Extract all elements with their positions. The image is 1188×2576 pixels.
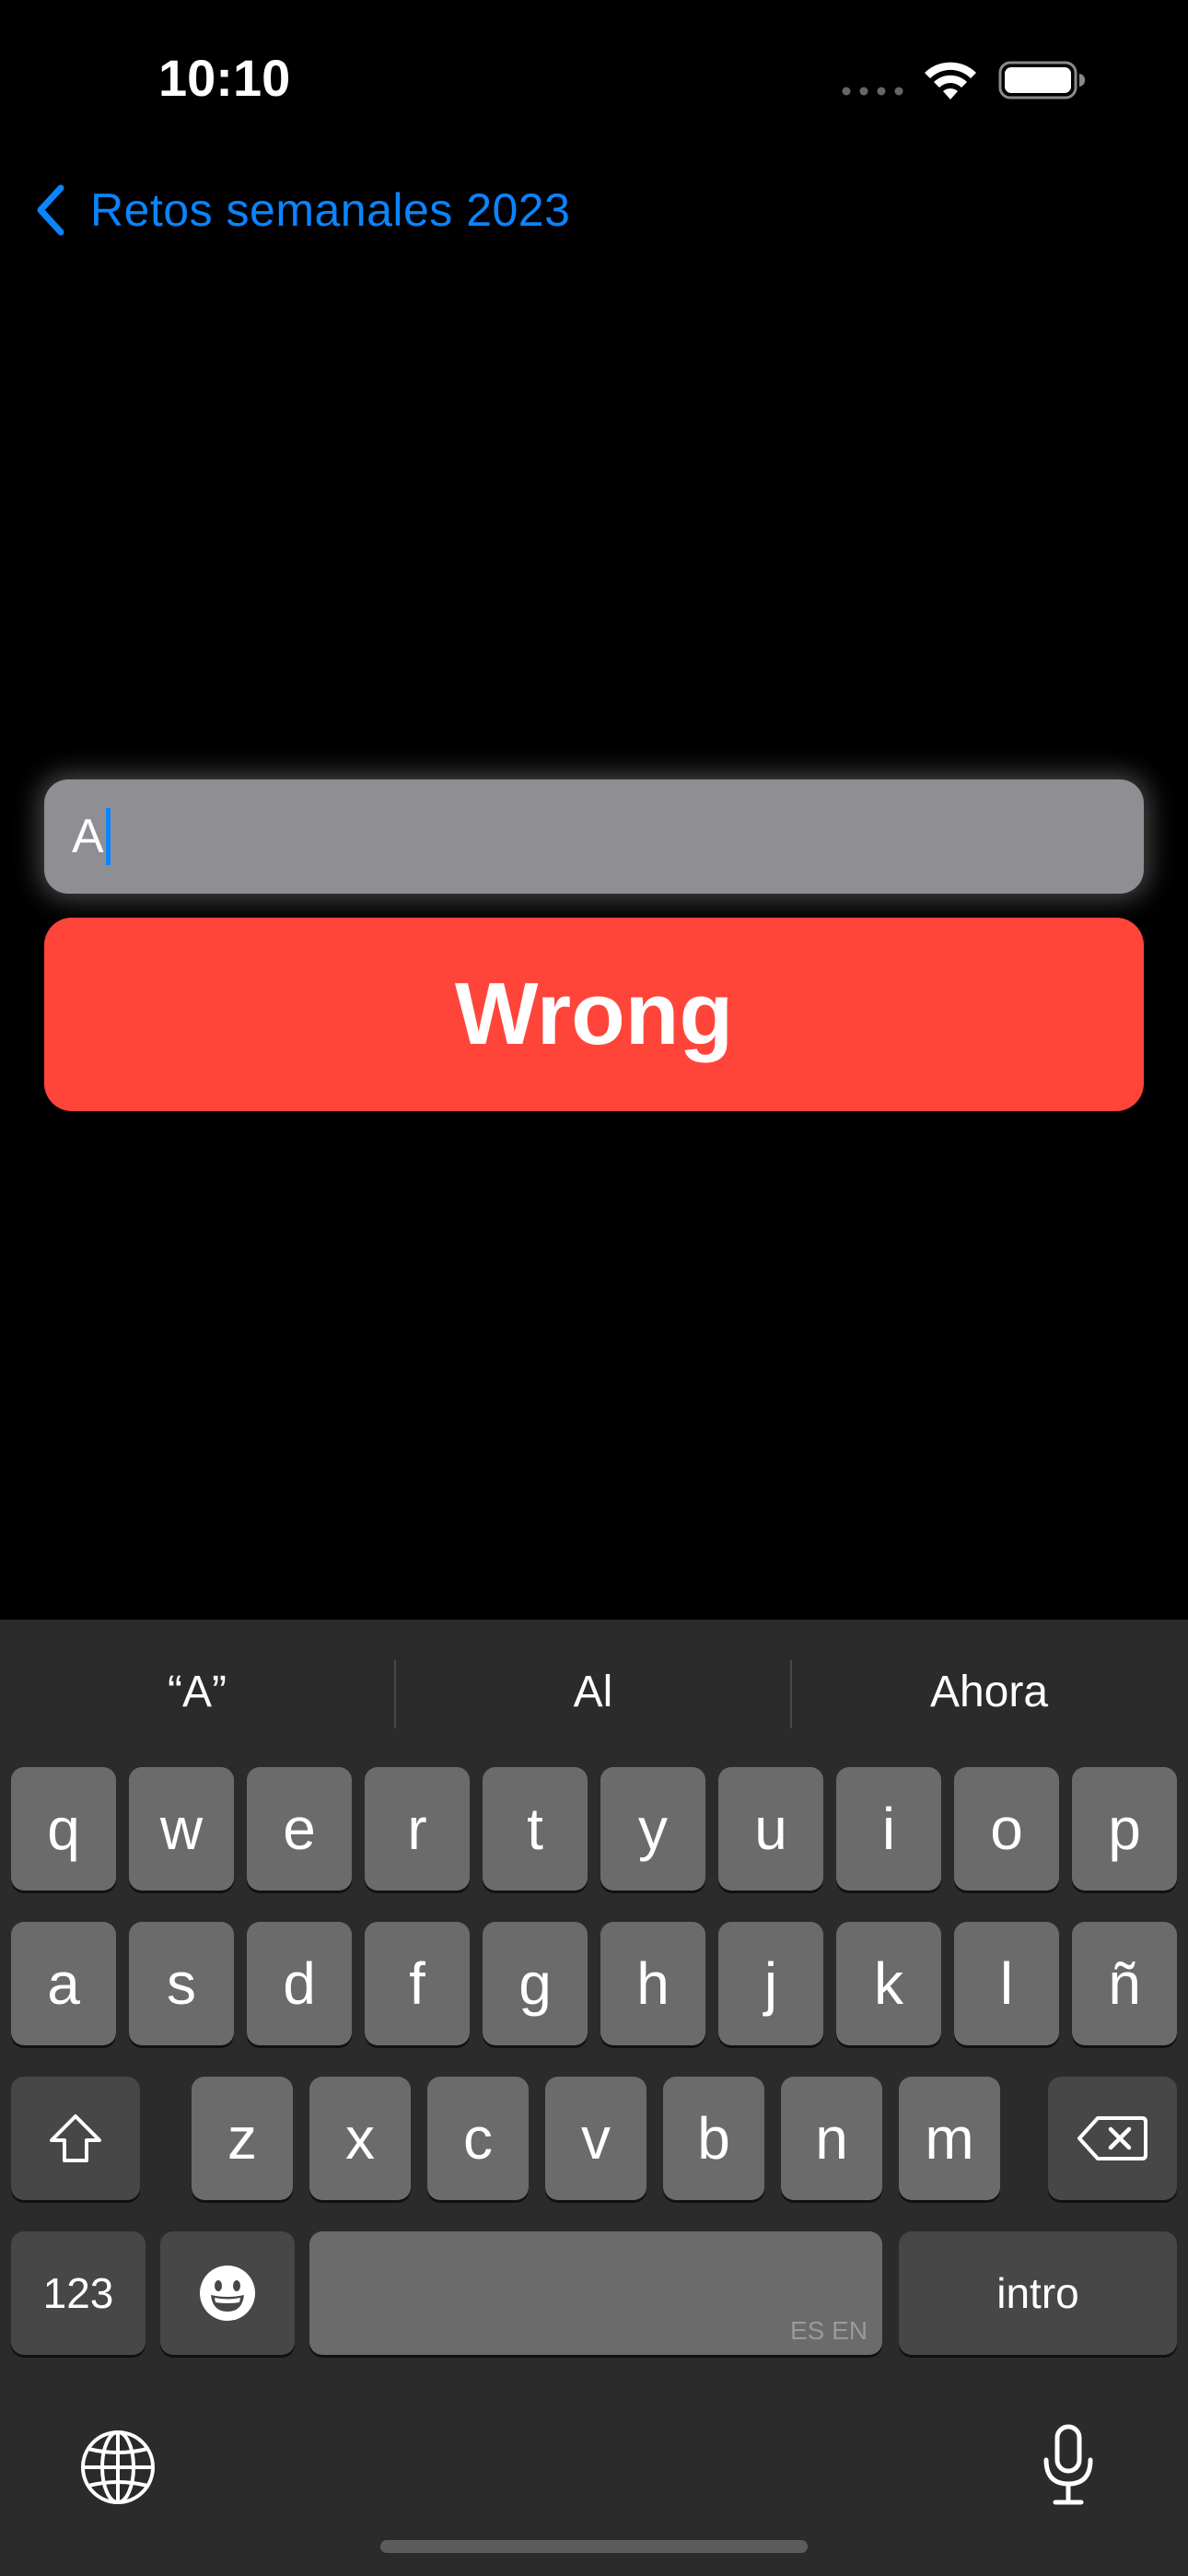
key-n-tilde[interactable]: ñ — [1072, 1922, 1177, 2045]
key-q[interactable]: q — [11, 1767, 116, 1891]
microphone-icon[interactable] — [1041, 2423, 1096, 2508]
key-u[interactable]: u — [718, 1767, 823, 1891]
key-t[interactable]: t — [483, 1767, 588, 1891]
answer-input[interactable]: A — [44, 779, 1144, 894]
key-p[interactable]: p — [1072, 1767, 1177, 1891]
key-k[interactable]: k — [836, 1922, 941, 2045]
return-key[interactable]: intro — [899, 2231, 1177, 2355]
key-i[interactable]: i — [836, 1767, 941, 1891]
key-w[interactable]: w — [129, 1767, 234, 1891]
key-j[interactable]: j — [718, 1922, 823, 2045]
key-b[interactable]: b — [663, 2077, 764, 2200]
backspace-icon — [1077, 2116, 1147, 2160]
keyboard: “A” Al Ahora q w e r t y u i o p a s d f… — [0, 1620, 1188, 2576]
key-d[interactable]: d — [247, 1922, 352, 2045]
key-v[interactable]: v — [545, 2077, 646, 2200]
key-s[interactable]: s — [129, 1922, 234, 2045]
key-n[interactable]: n — [781, 2077, 882, 2200]
numbers-key[interactable]: 123 — [11, 2231, 146, 2355]
home-indicator — [380, 2540, 808, 2553]
space-key[interactable]: ES EN — [309, 2231, 882, 2355]
key-l[interactable]: l — [954, 1922, 1059, 2045]
globe-icon[interactable] — [79, 2429, 157, 2506]
space-language-label: ES EN — [789, 2316, 868, 2345]
backspace-key[interactable] — [1048, 2077, 1177, 2200]
key-c[interactable]: c — [427, 2077, 529, 2200]
suggestion-item[interactable]: Al — [396, 1620, 790, 1763]
key-r[interactable]: r — [365, 1767, 470, 1891]
shift-icon — [50, 2114, 101, 2162]
key-e[interactable]: e — [247, 1767, 352, 1891]
key-g[interactable]: g — [483, 1922, 588, 2045]
suggestion-item[interactable]: Ahora — [792, 1620, 1186, 1763]
wifi-icon — [925, 62, 976, 100]
suggestion-item[interactable]: “A” — [0, 1620, 394, 1763]
key-a[interactable]: a — [11, 1922, 116, 2045]
answer-input-value: A — [72, 810, 104, 863]
key-o[interactable]: o — [954, 1767, 1059, 1891]
status-bar: 10:10 — [0, 0, 1188, 157]
emoji-key[interactable] — [160, 2231, 295, 2355]
back-button-label: Retos semanales 2023 — [90, 184, 571, 236]
text-caret — [105, 808, 111, 865]
key-x[interactable]: x — [309, 2077, 411, 2200]
key-y[interactable]: y — [600, 1767, 705, 1891]
key-f[interactable]: f — [365, 1922, 470, 2045]
emoji-icon — [200, 2266, 255, 2321]
battery-icon — [998, 61, 1085, 100]
shift-key[interactable] — [11, 2077, 140, 2200]
back-button[interactable]: Retos semanales 2023 — [31, 173, 570, 247]
key-h[interactable]: h — [600, 1922, 705, 2045]
key-z[interactable]: z — [192, 2077, 293, 2200]
suggestion-bar: “A” Al Ahora — [0, 1620, 1188, 1763]
status-time: 10:10 — [158, 49, 291, 107]
key-m[interactable]: m — [899, 2077, 1000, 2200]
result-button[interactable]: Wrong — [44, 918, 1144, 1111]
cellular-dots-icon — [842, 87, 903, 96]
chevron-left-icon — [37, 184, 64, 236]
